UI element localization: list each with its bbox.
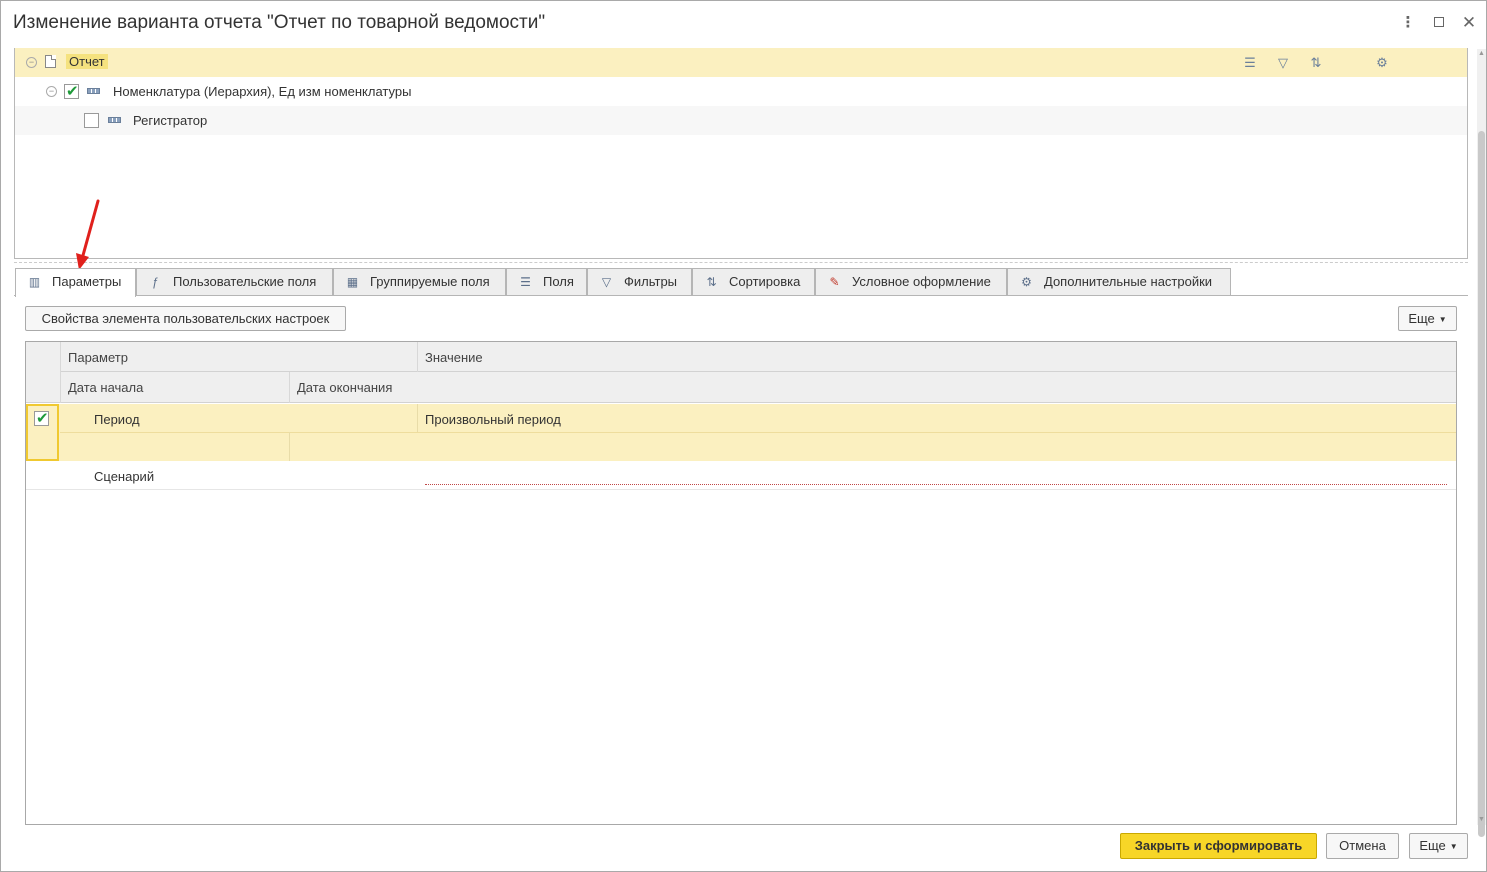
more-button-label: Еще xyxy=(1419,838,1446,853)
scrollbar[interactable]: ▲ ▼ xyxy=(1477,49,1486,837)
period-checkbox[interactable] xyxy=(34,409,49,427)
header-label: Значение xyxy=(425,350,483,365)
more-menu-icon[interactable]: ⋮ xyxy=(1399,13,1417,33)
table-row-scenario[interactable] xyxy=(26,461,1456,490)
tab-label: Фильтры xyxy=(624,274,678,289)
dropdown-caret-icon: ▼ xyxy=(1438,315,1447,325)
report-structure-tree: − Отчет ☰ ▽ ⇅ ⚙ − Номенклатура (Иерархия… xyxy=(14,48,1468,259)
cancel-button[interactable]: Отмена xyxy=(1326,833,1399,859)
tab-parameters[interactable]: ▥ Параметры xyxy=(15,268,136,297)
grouping-icon xyxy=(108,117,121,123)
scroll-up-icon[interactable]: ▲ xyxy=(1477,49,1486,59)
dropdown-caret-icon: ▼ xyxy=(1449,841,1458,851)
header-parameter[interactable]: Параметр xyxy=(60,342,417,372)
report-variant-window: Изменение варианта отчета "Отчет по това… xyxy=(0,0,1487,872)
tab-additional-settings[interactable]: ⚙ Дополнительные настройки xyxy=(1007,268,1231,296)
scrollbar-thumb[interactable] xyxy=(1478,131,1485,837)
tree-item-label: Отчет xyxy=(66,54,108,69)
parameter-value[interactable]: Произвольный период xyxy=(425,412,561,427)
tab-label: Сортировка xyxy=(729,274,801,289)
tab-fields[interactable]: ☰ Поля xyxy=(506,268,587,296)
filter-icon: ▽ xyxy=(601,275,612,289)
column-divider xyxy=(417,342,418,372)
registrar-checkbox[interactable] xyxy=(84,113,99,128)
tab-label: Поля xyxy=(543,274,574,289)
header-end-date[interactable]: Дата окончания xyxy=(289,372,1456,403)
header-label: Параметр xyxy=(68,350,128,365)
column-divider xyxy=(289,432,290,461)
title-bar: Изменение варианта отчета "Отчет по това… xyxy=(1,1,1486,45)
close-and-generate-button[interactable]: Закрыть и сформировать xyxy=(1120,833,1317,859)
column-divider xyxy=(289,372,290,403)
tab-label: Пользовательские поля xyxy=(173,274,317,289)
tab-conditional-format[interactable]: ✎ Условное оформление xyxy=(815,268,1007,296)
more-button-label: Еще xyxy=(1408,311,1435,326)
additional-settings-icon: ⚙ xyxy=(1021,275,1032,289)
splitter[interactable] xyxy=(14,262,1468,263)
header-check-column xyxy=(26,342,60,403)
tree-row-nomenclature[interactable]: − Номенклатура (Иерархия), Ед изм номенк… xyxy=(15,77,1467,106)
tab-label: Группируемые поля xyxy=(370,274,490,289)
tree-item-label: Регистратор xyxy=(133,113,208,128)
more-button[interactable]: Еще ▼ xyxy=(1398,306,1457,331)
parameters-panel: Свойства элемента пользовательских настр… xyxy=(14,295,1468,825)
parameters-grid: Параметр Значение Дата начала Дата оконч… xyxy=(25,341,1457,825)
parameters-icon: ▥ xyxy=(28,275,41,289)
tab-sorting[interactable]: ⇅ Сортировка xyxy=(692,268,815,296)
collapse-icon[interactable]: − xyxy=(26,57,37,68)
column-divider xyxy=(60,342,61,403)
close-icon[interactable]: ✕ xyxy=(1460,13,1478,33)
parameter-name: Период xyxy=(94,412,140,427)
header-value[interactable]: Значение xyxy=(417,342,1456,372)
fields-icon: ☰ xyxy=(520,275,531,289)
scenario-value-field[interactable] xyxy=(425,484,1447,485)
grouped-fields-icon: ▦ xyxy=(346,275,359,289)
nomenclature-checkbox[interactable] xyxy=(64,82,79,100)
maximize-icon[interactable] xyxy=(1430,13,1448,33)
header-label: Дата окончания xyxy=(297,380,393,395)
tab-label: Дополнительные настройки xyxy=(1044,274,1213,289)
filter-icon[interactable]: ▽ xyxy=(1274,54,1292,71)
grouping-icon xyxy=(87,88,100,94)
tab-label: Параметры xyxy=(52,274,122,289)
sort-icon[interactable]: ⇅ xyxy=(1307,54,1325,71)
tree-row-report[interactable]: − Отчет ☰ ▽ ⇅ ⚙ xyxy=(15,48,1467,77)
collapse-icon[interactable]: − xyxy=(46,86,57,97)
settings-tabs: ▥ Параметры ƒ Пользовательские поля ▦ Гр… xyxy=(15,268,1475,297)
tab-filters[interactable]: ▽ Фильтры xyxy=(587,268,692,296)
tab-label: Условное оформление xyxy=(852,274,991,289)
tree-row-registrar[interactable]: Регистратор xyxy=(15,106,1467,135)
settings-icon[interactable]: ⚙ xyxy=(1373,54,1391,71)
header-label: Дата начала xyxy=(68,380,144,395)
scroll-down-icon[interactable]: ▼ xyxy=(1477,815,1486,825)
header-start-date[interactable]: Дата начала xyxy=(60,372,289,403)
element-properties-button[interactable]: Свойства элемента пользовательских настр… xyxy=(25,306,346,331)
annotation-arrow-icon xyxy=(76,199,100,270)
footer-more-button[interactable]: Еще ▼ xyxy=(1409,833,1468,859)
tab-custom-fields[interactable]: ƒ Пользовательские поля xyxy=(136,268,333,296)
document-icon xyxy=(45,55,56,68)
window-title: Изменение варианта отчета "Отчет по това… xyxy=(13,12,546,33)
column-divider xyxy=(417,404,418,432)
custom-fields-icon: ƒ xyxy=(152,275,159,289)
row-divider xyxy=(60,432,1456,433)
tree-item-label: Номенклатура (Иерархия), Ед изм номенкла… xyxy=(113,84,412,99)
list-icon[interactable]: ☰ xyxy=(1241,54,1259,71)
tab-grouped-fields[interactable]: ▦ Группируемые поля xyxy=(333,268,506,296)
sort-icon: ⇅ xyxy=(706,275,717,289)
conditional-format-icon: ✎ xyxy=(829,275,840,289)
parameter-name: Сценарий xyxy=(94,469,155,484)
